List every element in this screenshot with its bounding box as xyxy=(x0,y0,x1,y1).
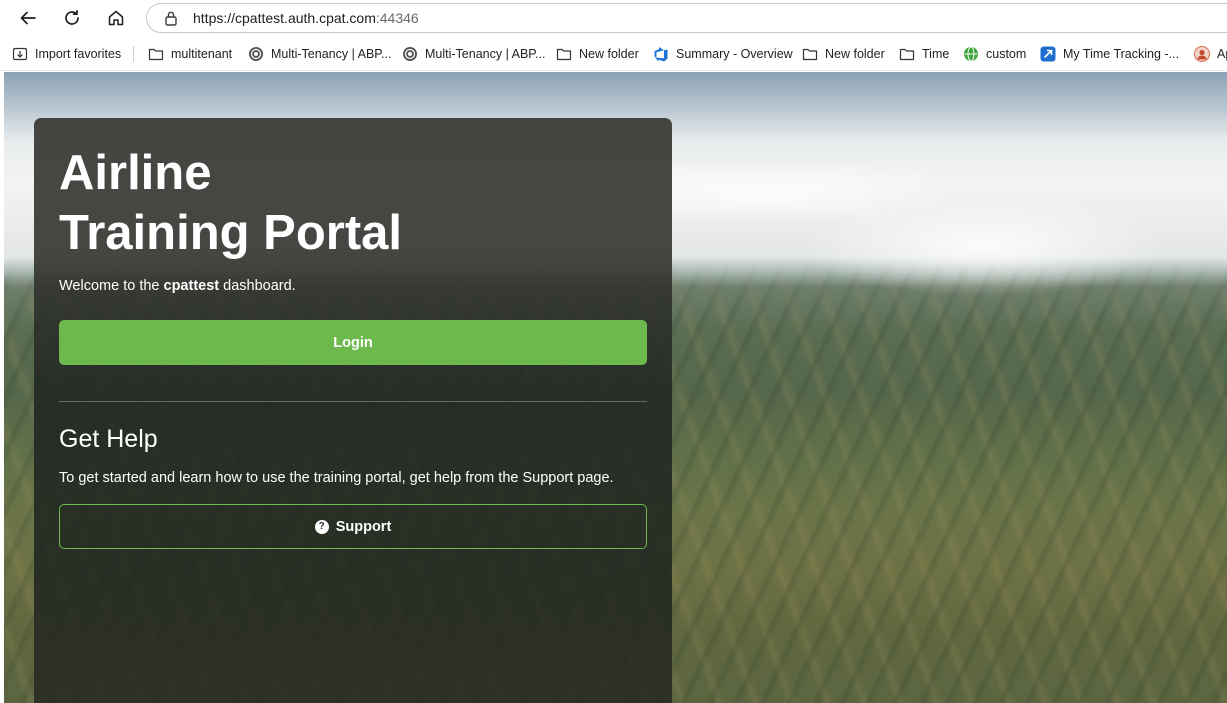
green-globe-icon xyxy=(964,46,978,62)
favorite-label: Multi-Tenancy | ABP... xyxy=(271,47,392,61)
favorite-label: New folder xyxy=(825,47,885,61)
lock-icon[interactable] xyxy=(164,10,178,26)
back-button[interactable] xyxy=(12,2,44,34)
favorite-summary-overview[interactable]: Summary - Overview xyxy=(653,45,793,63)
favorite-new-folder-2[interactable]: New folder xyxy=(802,45,885,63)
favorite-time[interactable]: Time xyxy=(899,45,949,63)
refresh-icon xyxy=(65,9,79,25)
favorite-label: custom xyxy=(986,47,1027,61)
url-port: :44346 xyxy=(375,10,419,26)
get-help-heading: Get Help xyxy=(59,425,158,453)
favorites-separator xyxy=(133,46,134,62)
home-button[interactable] xyxy=(100,2,132,34)
favorite-import-favorites[interactable]: Import favorites xyxy=(12,45,121,63)
page-background: Airline Training Portal Welcome to the c… xyxy=(4,72,1227,703)
import-icon xyxy=(12,47,28,61)
url-text[interactable]: https://cpattest.auth.cpat.com:44346 xyxy=(193,10,419,26)
favorite-label: My Time Tracking -... xyxy=(1063,47,1179,61)
favorite-multitenant[interactable]: multitenant xyxy=(148,45,232,63)
address-bar[interactable]: https://cpattest.auth.cpat.com:44346 xyxy=(146,3,1227,33)
page-title-line2: Training Portal xyxy=(59,206,403,260)
folder-icon xyxy=(148,48,164,61)
get-help-text: To get started and learn how to use the … xyxy=(59,470,614,486)
favorite-label: Import favorites xyxy=(35,47,122,61)
folder-icon xyxy=(899,48,915,61)
welcome-suffix: dashboard. xyxy=(219,278,296,294)
folder-icon xyxy=(556,48,572,61)
favorite-label: Summary - Overview xyxy=(676,47,793,61)
login-button-label: Login xyxy=(333,334,373,351)
favorite-multi-tenancy-abp-2[interactable]: Multi-Tenancy | ABP... xyxy=(402,45,545,63)
azure-devops-icon xyxy=(654,47,668,62)
refresh-button[interactable] xyxy=(56,2,88,34)
favorite-label: multitenant xyxy=(171,47,233,61)
avatar-icon xyxy=(1194,46,1210,62)
favorite-new-folder-1[interactable]: New folder xyxy=(556,45,639,63)
favorite-my-time-tracking[interactable]: My Time Tracking -... xyxy=(1040,45,1179,63)
favorite-multi-tenancy-abp-1[interactable]: Multi-Tenancy | ABP... xyxy=(248,45,391,63)
favorite-custom[interactable]: custom xyxy=(963,45,1026,63)
url-main: https://cpattest.auth.cpat.com xyxy=(193,10,376,26)
welcome-prefix: Welcome to the xyxy=(59,278,164,294)
favorite-label: Multi-Tenancy | ABP... xyxy=(425,47,546,61)
favorite-label: Time xyxy=(922,47,950,61)
page-title-line1: Airline xyxy=(59,146,212,200)
home-icon xyxy=(108,10,124,26)
tenant-name: cpattest xyxy=(163,278,220,294)
welcome-text: Welcome to the cpattest dashboard. xyxy=(59,278,296,294)
back-arrow-icon xyxy=(20,11,36,25)
question-circle-icon: ? xyxy=(314,519,329,534)
section-divider xyxy=(59,401,647,402)
favorite-label: Ap xyxy=(1217,47,1227,61)
support-button-label: Support xyxy=(335,518,392,535)
abp-icon xyxy=(403,47,417,61)
favorite-label: New folder xyxy=(579,47,639,61)
browser-toolbar: https://cpattest.auth.cpat.com:44346 xyxy=(0,0,1227,36)
portal-card: Airline Training Portal Welcome to the c… xyxy=(34,118,672,703)
favorites-bar: Import favorites multitenant Multi-Tenan… xyxy=(0,36,1227,71)
favorite-ap[interactable]: Ap xyxy=(1194,45,1227,63)
jira-icon xyxy=(1040,46,1056,62)
login-button[interactable]: Login xyxy=(59,320,647,365)
support-button[interactable]: ? Support xyxy=(59,504,647,549)
folder-icon xyxy=(802,48,818,61)
abp-icon xyxy=(249,47,263,61)
